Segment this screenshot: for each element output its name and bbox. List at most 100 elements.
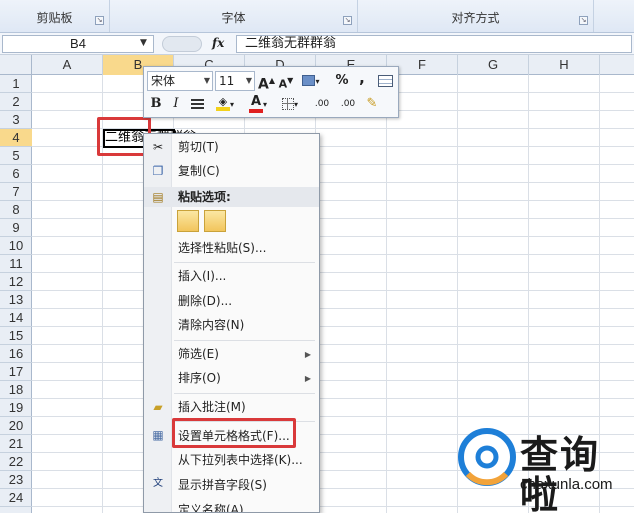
- ribbon-group-clipboard: 剪贴板 ↘: [0, 0, 110, 32]
- format-painter-icon: ✎: [366, 96, 378, 111]
- row-header[interactable]: 17: [0, 363, 32, 381]
- chevron-down-icon: ▼: [245, 76, 252, 85]
- row-header[interactable]: 13: [0, 291, 32, 309]
- paste-values-button[interactable]: [204, 210, 226, 232]
- increase-decimal-icon: .00: [314, 99, 330, 109]
- select-all-corner[interactable]: [0, 55, 32, 75]
- insert-function-icon[interactable]: fx: [212, 36, 224, 50]
- column-header[interactable]: G: [458, 55, 529, 75]
- annotation-highlight-format-cells: [172, 418, 296, 448]
- row-header[interactable]: 7: [0, 183, 32, 201]
- submenu-arrow-icon: ▶: [304, 350, 311, 359]
- row-header[interactable]: 11: [0, 255, 32, 273]
- clipboard-icon: ▤: [152, 190, 164, 204]
- fill-color-button[interactable]: ◈ ▾: [212, 94, 238, 114]
- row-header[interactable]: 1: [0, 75, 32, 93]
- row-header[interactable]: 5: [0, 147, 32, 165]
- menu-item-filter[interactable]: 筛选(E): [178, 344, 219, 364]
- menu-item-define-name[interactable]: 定义名称(A)...: [178, 500, 255, 512]
- ribbon: 剪贴板 ↘ 字体 ↘ 对齐方式 ↘: [0, 0, 634, 33]
- percent-style-button[interactable]: %: [334, 71, 350, 91]
- menu-item-delete[interactable]: 删除(D)...: [178, 291, 232, 311]
- bold-button[interactable]: B: [148, 94, 164, 114]
- context-menu: ✂ 剪切(T) ❐ 复制(C) ▤ 粘贴选项: 选择性粘贴(S)... 插入(I…: [143, 133, 320, 513]
- menu-item-paste-options: 粘贴选项:: [178, 190, 231, 204]
- row-header[interactable]: 2: [0, 93, 32, 111]
- formula-bar-splitter[interactable]: [162, 36, 202, 52]
- accounting-format-button[interactable]: ▾: [300, 71, 322, 91]
- menu-item-clear-contents[interactable]: 清除内容(N): [178, 315, 244, 335]
- font-size-value: 11: [219, 74, 235, 88]
- row-header[interactable]: 6: [0, 165, 32, 183]
- row-header[interactable]: 12: [0, 273, 32, 291]
- menu-item-insert-comment[interactable]: 插入批注(M): [178, 397, 246, 417]
- center-align-button[interactable]: [188, 94, 206, 114]
- menu-separator: [174, 340, 315, 341]
- ribbon-group-alignment: 对齐方式 ↘: [358, 0, 594, 32]
- formula-input[interactable]: 二维翁无群群翁: [236, 35, 632, 53]
- watermark-url: chaxunla.com: [520, 476, 613, 493]
- phonetic-icon: 文: [153, 478, 163, 489]
- row-header[interactable]: 15: [0, 327, 32, 345]
- dialog-launcher-icon[interactable]: ↘: [579, 16, 588, 25]
- font-name-value: 宋体: [151, 74, 176, 88]
- menu-item-sort[interactable]: 排序(O): [178, 368, 221, 388]
- menu-item-copy[interactable]: 复制(C): [178, 161, 220, 181]
- font-name-select[interactable]: 宋体 ▼: [147, 71, 213, 91]
- ribbon-group-font: 字体 ↘: [110, 0, 358, 32]
- ribbon-group-label: 字体: [221, 11, 246, 25]
- menu-item-pick-from-list[interactable]: 从下拉列表中选择(K)...: [178, 450, 303, 470]
- dialog-launcher-icon[interactable]: ↘: [343, 16, 352, 25]
- row-header[interactable]: 16: [0, 345, 32, 363]
- dialog-launcher-icon[interactable]: ↘: [95, 16, 104, 25]
- menu-item-cut[interactable]: 剪切(T): [178, 137, 219, 157]
- column-header[interactable]: A: [32, 55, 103, 75]
- ribbon-group-label: 剪贴板: [36, 11, 73, 25]
- row-header[interactable]: 22: [0, 453, 32, 471]
- comma-style-button[interactable]: ,: [356, 68, 368, 88]
- row-header[interactable]: 24: [0, 489, 32, 507]
- column-header[interactable]: H: [529, 55, 600, 75]
- menu-item-show-phonetic[interactable]: 显示拼音字段(S): [178, 475, 267, 495]
- borders-button[interactable]: ▾: [278, 94, 302, 114]
- row-header[interactable]: 3: [0, 111, 32, 129]
- paste-keep-format-button[interactable]: [177, 210, 199, 232]
- decrease-decimal-button[interactable]: .00: [336, 94, 360, 114]
- format-painter-button[interactable]: ✎: [362, 94, 382, 114]
- font-color-button[interactable]: A ▾: [246, 94, 270, 114]
- row-header[interactable]: 20: [0, 417, 32, 435]
- merge-center-button[interactable]: [376, 71, 394, 91]
- name-box[interactable]: B4: [2, 35, 154, 53]
- menu-separator: [174, 393, 315, 394]
- accounting-format-icon: [302, 75, 316, 86]
- row-header[interactable]: 4: [0, 129, 32, 147]
- menu-item-paste-special[interactable]: 选择性粘贴(S)...: [178, 238, 266, 258]
- ribbon-group-label: 对齐方式: [451, 11, 500, 25]
- row-header[interactable]: 23: [0, 471, 32, 489]
- row-header[interactable]: 8: [0, 201, 32, 219]
- shrink-font-button[interactable]: A▼: [278, 71, 294, 91]
- italic-button[interactable]: I: [168, 94, 184, 114]
- row-header[interactable]: 10: [0, 237, 32, 255]
- font-color-icon: A: [248, 94, 263, 113]
- align-center-icon: [190, 98, 204, 109]
- comment-icon: ▰: [153, 400, 163, 414]
- font-size-select[interactable]: 11 ▼: [215, 71, 255, 91]
- chaxunla-logo: [458, 428, 516, 486]
- grow-font-button[interactable]: A▲: [258, 71, 275, 93]
- menu-separator: [174, 262, 315, 263]
- row-header[interactable]: 19: [0, 399, 32, 417]
- row-header[interactable]: 14: [0, 309, 32, 327]
- submenu-arrow-icon: ▶: [304, 374, 311, 383]
- chevron-down-icon: ▼: [203, 76, 210, 85]
- increase-decimal-button[interactable]: .00: [310, 94, 334, 114]
- formula-bar: B4 ▼ fx 二维翁无群群翁: [0, 33, 634, 55]
- row-header[interactable]: 18: [0, 381, 32, 399]
- watermark-title: 查询啦: [520, 433, 601, 513]
- row-header[interactable]: 21: [0, 435, 32, 453]
- row-header-column: 1 2 3 4 5 6 7 8 9 10 11 12 13 14 15 16 1…: [0, 75, 32, 513]
- chevron-down-icon[interactable]: ▼: [140, 38, 147, 48]
- menu-item-insert[interactable]: 插入(I)...: [178, 266, 226, 286]
- format-cells-icon: ▦: [152, 428, 164, 442]
- row-header[interactable]: 9: [0, 219, 32, 237]
